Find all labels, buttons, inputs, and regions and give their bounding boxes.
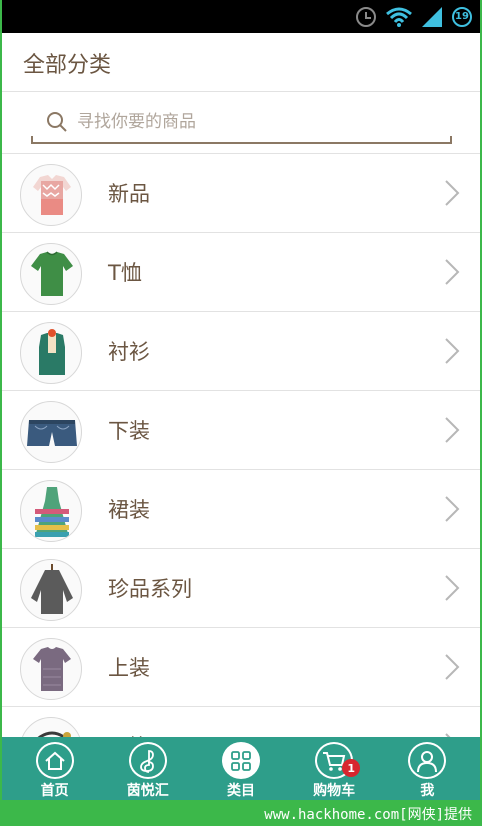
search-box[interactable] xyxy=(31,102,452,144)
category-row-new[interactable]: 新品 xyxy=(0,154,482,233)
category-label: T恤 xyxy=(108,261,142,285)
nav-label: 首页 xyxy=(40,783,69,799)
category-row-tops[interactable]: 上装 xyxy=(0,628,482,707)
chevron-right-icon xyxy=(445,654,460,680)
user-icon xyxy=(408,742,447,779)
chevron-right-icon xyxy=(445,496,460,522)
chevron-right-icon xyxy=(445,259,460,285)
category-label: 裙装 xyxy=(108,498,150,522)
pink-top-thumbnail xyxy=(20,164,82,226)
search-bar xyxy=(0,92,482,154)
search-input[interactable] xyxy=(77,106,437,138)
nav-label: 购物车 xyxy=(313,783,356,799)
category-label: 上装 xyxy=(108,656,150,680)
nav-label: 茵悦汇 xyxy=(126,783,169,799)
category-label: 下装 xyxy=(108,419,150,443)
green-tshirt-thumbnail xyxy=(20,243,82,305)
nav-home[interactable]: 首页 xyxy=(15,737,95,800)
striped-dress-thumbnail xyxy=(20,480,82,542)
header: 全部分类 xyxy=(0,33,482,92)
cart-badge: 1 xyxy=(342,759,361,777)
page-title: 全部分类 xyxy=(23,53,112,78)
battery-icon: 19 xyxy=(452,6,472,27)
gray-cardigan-thumbnail xyxy=(20,559,82,621)
category-label: 衬衫 xyxy=(108,340,150,364)
nav-categories[interactable]: 类目 xyxy=(201,737,281,800)
watermark-text: www.hackhome.com[网侠]提供 xyxy=(264,807,472,823)
frame-left-border xyxy=(0,0,2,826)
nav-cart[interactable]: 1 购物车 xyxy=(294,737,374,800)
wifi-icon xyxy=(386,7,412,27)
search-icon xyxy=(47,112,67,132)
signal-icon xyxy=(422,6,442,27)
nav-label: 我 xyxy=(420,783,435,799)
teal-blouse-thumbnail xyxy=(20,322,82,384)
battery-level: 19 xyxy=(455,11,469,22)
chevron-right-icon xyxy=(445,575,460,601)
chevron-right-icon xyxy=(445,180,460,206)
chevron-right-icon xyxy=(445,338,460,364)
home-icon xyxy=(35,742,74,779)
category-row-shirt[interactable]: 衬衫 xyxy=(0,312,482,391)
category-label: 新品 xyxy=(108,182,150,206)
bottom-nav: 首页 茵悦汇 类目 1 购物车 我 xyxy=(0,737,482,800)
category-row-bottoms[interactable]: 下装 xyxy=(0,391,482,470)
nav-yinyuehui[interactable]: 茵悦汇 xyxy=(108,737,188,800)
nav-label: 类目 xyxy=(226,783,255,799)
status-bar: 19 xyxy=(0,0,482,33)
nav-me[interactable]: 我 xyxy=(387,737,467,800)
grid-icon xyxy=(221,742,260,779)
purple-top-thumbnail xyxy=(20,638,82,700)
category-row-premium[interactable]: 珍品系列 xyxy=(0,549,482,628)
category-row-tshirt[interactable]: T恤 xyxy=(0,233,482,312)
category-list: 新品 T恤 衬衫 下装 裙装 珍品系列 上装 xyxy=(0,154,482,786)
category-label: 珍品系列 xyxy=(108,577,192,601)
denim-shorts-thumbnail xyxy=(20,401,82,463)
alarm-icon xyxy=(356,6,376,27)
category-row-dresses[interactable]: 裙装 xyxy=(0,470,482,549)
treble-clef-icon xyxy=(128,742,167,779)
watermark-bar: www.hackhome.com[网侠]提供 xyxy=(0,800,482,826)
chevron-right-icon xyxy=(445,417,460,443)
